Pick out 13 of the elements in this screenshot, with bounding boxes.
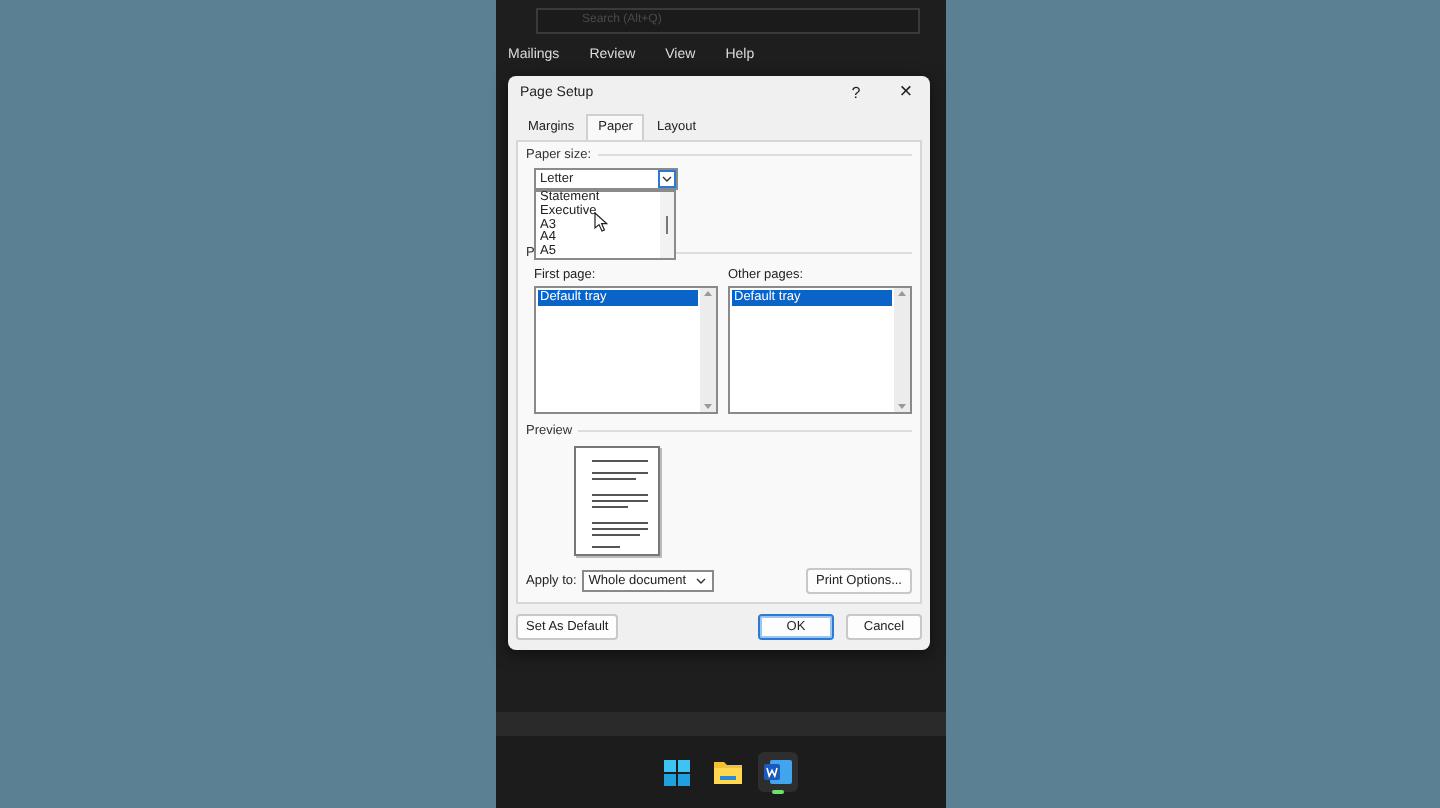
folder-icon[interactable] [713,760,741,784]
scroll-up-icon[interactable] [896,288,908,300]
scroll-up-icon[interactable] [702,288,714,300]
word-document-icon[interactable] [763,758,791,786]
scroll-down-icon[interactable] [702,400,714,412]
caret-icon [696,578,707,584]
close-button[interactable]: × [894,80,918,104]
scrollbar-thumb[interactable] [666,216,668,234]
mouse-cursor-icon [594,212,608,232]
windows-logo-icon[interactable] [664,759,690,785]
caret-icon [661,176,671,182]
scroll-down-icon[interactable] [896,400,908,412]
help-button[interactable]: ? [842,83,870,101]
